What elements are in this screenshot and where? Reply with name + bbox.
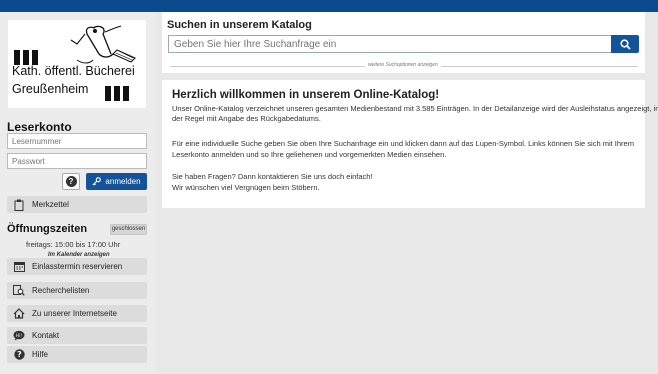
search-title: Suchen in unserem Katalog (167, 19, 312, 31)
sidebar-item-label: Zu unserer Internetseite (32, 309, 117, 318)
clipboard-icon (12, 198, 26, 211)
logo-bar (114, 86, 120, 101)
login-help-button[interactable]: ? (62, 173, 80, 190)
opening-hours-text: freitags: 15:00 bis 17:00 Uhr (26, 240, 121, 249)
library-logo[interactable]: Kath. öffentl. Bücherei Greußenheim (8, 20, 146, 108)
opening-hours-heading: Öffnungszeiten (7, 223, 88, 235)
welcome-text: Leserkonto anmelden und so Ihre geliehen… (172, 150, 447, 159)
sidebar-item-label: Einlasstermin reservieren (32, 262, 123, 271)
logo-line1: Kath. öffentl. Bücherei (12, 64, 135, 78)
sidebar-item-label: Kontakt (32, 331, 60, 340)
help-icon: ? (65, 176, 77, 187)
top-bar (0, 0, 658, 12)
logo-bar (32, 50, 38, 65)
sidebar-item-reservation[interactable]: Einlasstermin reservieren (7, 258, 147, 275)
sidebar-item-research-lists[interactable]: Recherchelisten (7, 282, 147, 299)
login-heading: Leserkonto (7, 120, 72, 134)
svg-text:Hi!: Hi! (16, 333, 23, 339)
search-icon (619, 38, 631, 50)
login-button[interactable]: anmelden (86, 173, 147, 190)
logo-line2: Greußenheim (12, 82, 89, 96)
welcome-text: Unser Online-Katalog verzeichnet unseren… (172, 104, 658, 113)
key-icon (92, 177, 102, 186)
welcome-text: der Regel mit Angabe des Rückgabedatums. (172, 114, 321, 123)
sidebar-item-contact[interactable]: Hi! Kontakt (7, 327, 147, 344)
status-badge: geschlossen (110, 224, 147, 235)
calendar-icon (12, 260, 26, 273)
sidebar-item-help[interactable]: ? Hilfe (7, 346, 147, 363)
logo-bar (23, 50, 29, 65)
welcome-text: Für eine individuelle Suche geben Sie ob… (172, 139, 634, 148)
logo-bar (14, 50, 20, 65)
bookmarks-label: Merkzettel (32, 200, 69, 209)
sidebar-item-label: Hilfe (32, 350, 49, 359)
username-input[interactable] (7, 133, 147, 149)
sidebar-item-website[interactable]: Zu unserer Internetseite (7, 305, 147, 322)
sidebar: Kath. öffentl. Bücherei Greußenheim Lese… (0, 12, 155, 374)
bookmarks-button[interactable]: Merkzettel (7, 196, 147, 213)
chat-icon: Hi! (12, 329, 26, 342)
help-icon: ? (12, 348, 26, 361)
home-icon (12, 307, 26, 320)
more-search-options-link[interactable]: weitere Suchoptionen anzeigen (365, 62, 441, 68)
bookworm-illustration-icon (70, 25, 136, 64)
search-input[interactable] (168, 35, 612, 53)
welcome-title: Herzlich willkommen in unserem Online-Ka… (172, 89, 440, 101)
password-input[interactable] (7, 153, 147, 169)
logo-bar (123, 86, 129, 101)
svg-text:?: ? (17, 350, 22, 359)
welcome-text: Sie haben Fragen? Dann kontaktieren Sie … (172, 172, 373, 181)
welcome-text: Wir wünschen viel Vergnügen beim Stöbern… (172, 183, 320, 192)
login-button-label: anmelden (105, 177, 141, 186)
search-button[interactable] (611, 35, 639, 53)
logo-bar (105, 86, 111, 101)
search-list-icon (12, 284, 26, 297)
sidebar-item-label: Recherchelisten (32, 286, 90, 295)
